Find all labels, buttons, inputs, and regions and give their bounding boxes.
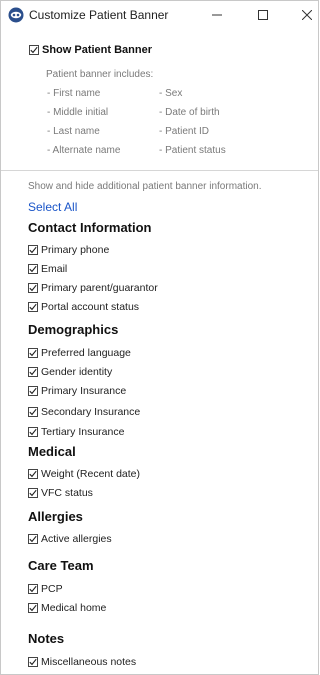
checkbox-checked-icon — [28, 367, 38, 377]
checkbox-label: Gender identity — [41, 366, 113, 378]
checkbox-checked-icon — [29, 45, 39, 55]
primary-insurance-checkbox[interactable]: Primary Insurance — [28, 385, 126, 397]
checkbox-label: Active allergies — [41, 533, 112, 545]
gender-identity-checkbox[interactable]: Gender identity — [28, 366, 112, 378]
checkbox-label: PCP — [41, 583, 63, 595]
checkbox-label: Primary Insurance — [41, 385, 127, 397]
title-bar[interactable]: Customize Patient Banner — [1, 1, 318, 29]
primary-phone-checkbox[interactable]: Primary phone — [28, 244, 109, 256]
checkbox-label: Primary phone — [41, 244, 110, 256]
miscellaneous-notes-checkbox[interactable]: Miscellaneous notes — [28, 656, 136, 668]
checkbox-label: Portal account status — [41, 301, 140, 313]
checkbox-checked-icon — [28, 603, 38, 613]
checkbox-label: Medical home — [41, 602, 107, 614]
checkbox-checked-icon — [28, 245, 38, 255]
banner-settings-section: Show Patient Banner Patient banner inclu… — [1, 29, 318, 171]
care-team-heading: Care Team — [28, 558, 94, 573]
checkbox-checked-icon — [28, 534, 38, 544]
checkbox-checked-icon — [28, 657, 38, 667]
secondary-insurance-checkbox[interactable]: Secondary Insurance — [28, 406, 140, 418]
additional-info-hint: Show and hide additional patient banner … — [28, 181, 262, 192]
close-icon — [302, 10, 312, 20]
checkbox-checked-icon — [28, 584, 38, 594]
checkbox-label: VFC status — [41, 487, 93, 499]
banner-include-item: - Date of birth — [159, 107, 220, 118]
checkbox-checked-icon — [28, 427, 38, 437]
banner-include-item: - Sex — [159, 88, 183, 99]
contact-information-heading: Contact Information — [28, 220, 152, 235]
checkbox-label: Preferred language — [41, 347, 131, 359]
weight-recent-date-checkbox[interactable]: Weight (Recent date) — [28, 468, 140, 480]
primary-parent-guarantor-checkbox[interactable]: Primary parent/guarantor — [28, 282, 158, 294]
preferred-language-checkbox[interactable]: Preferred language — [28, 347, 131, 359]
checkbox-checked-icon — [28, 264, 38, 274]
banner-include-item: - Patient ID — [159, 126, 210, 137]
checkbox-checked-icon — [28, 469, 38, 479]
banner-include-item: - First name — [47, 88, 101, 99]
show-patient-banner-label: Show Patient Banner — [42, 44, 153, 56]
checkbox-label: Email — [41, 263, 68, 275]
notes-heading: Notes — [28, 631, 65, 646]
active-allergies-checkbox[interactable]: Active allergies — [28, 533, 112, 545]
maximize-button[interactable] — [249, 5, 277, 25]
minimize-icon — [212, 14, 222, 16]
checkbox-checked-icon — [28, 283, 38, 293]
checkbox-label: Weight (Recent date) — [41, 468, 141, 480]
customize-patient-banner-window: Customize Patient Banner Show Patient Ba… — [0, 0, 319, 675]
portal-account-status-checkbox[interactable]: Portal account status — [28, 301, 139, 313]
minimize-button[interactable] — [203, 5, 231, 25]
banner-include-item: - Patient status — [159, 145, 226, 156]
vfc-status-checkbox[interactable]: VFC status — [28, 487, 93, 499]
banner-include-item: - Middle initial — [47, 107, 109, 118]
checkbox-checked-icon — [28, 407, 38, 417]
checkbox-label: Tertiary Insurance — [41, 426, 125, 438]
show-patient-banner-checkbox[interactable]: Show Patient Banner — [29, 44, 152, 56]
checkbox-checked-icon — [28, 488, 38, 498]
checkbox-label: Secondary Insurance — [41, 406, 141, 418]
select-all-link[interactable]: Select All — [28, 200, 77, 214]
checkbox-checked-icon — [28, 386, 38, 396]
email-checkbox[interactable]: Email — [28, 263, 67, 275]
app-logo-icon — [8, 7, 24, 23]
tertiary-insurance-checkbox[interactable]: Tertiary Insurance — [28, 426, 124, 438]
pcp-checkbox[interactable]: PCP — [28, 583, 63, 595]
close-button[interactable] — [293, 5, 320, 25]
checkbox-label: Primary parent/guarantor — [41, 282, 158, 294]
checkbox-label: Miscellaneous notes — [41, 656, 137, 668]
medical-home-checkbox[interactable]: Medical home — [28, 602, 106, 614]
allergies-heading: Allergies — [28, 509, 83, 524]
window-title: Customize Patient Banner — [29, 8, 169, 22]
banner-include-item: - Last name — [47, 126, 100, 137]
demographics-heading: Demographics — [28, 322, 119, 337]
checkbox-checked-icon — [28, 302, 38, 312]
banner-includes-label: Patient banner includes: — [46, 69, 154, 80]
checkbox-checked-icon — [28, 348, 38, 358]
maximize-icon — [258, 10, 268, 20]
medical-heading: Medical — [28, 444, 76, 459]
banner-include-item: - Alternate name — [47, 145, 121, 156]
